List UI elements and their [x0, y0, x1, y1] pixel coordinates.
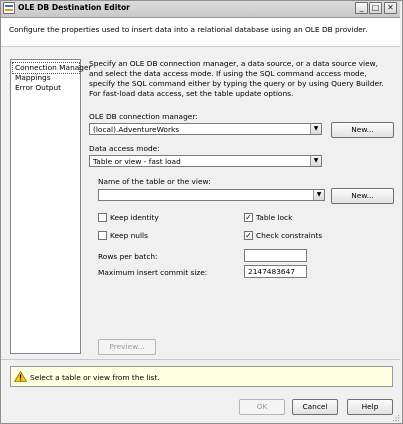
- keep-nulls-label: Keep nulls: [110, 231, 148, 240]
- max-insert-commit-label: Maximum insert commit size:: [98, 268, 208, 277]
- nav-item-error-output[interactable]: Error Output: [13, 83, 79, 93]
- status-message: Select a table or view from the list.: [30, 373, 160, 382]
- page-list: Connection Manager Mappings Error Output: [10, 59, 92, 354]
- ok-button[interactable]: OK: [239, 399, 285, 415]
- data-access-mode-combo[interactable]: Table or view - fast load ▼: [89, 155, 322, 167]
- data-access-mode-label: Data access mode:: [89, 144, 160, 153]
- minimize-button[interactable]: _: [355, 2, 368, 14]
- table-name-label: Name of the table or the view:: [98, 177, 211, 186]
- rows-per-batch-input[interactable]: [244, 249, 307, 262]
- help-button[interactable]: Help: [347, 399, 393, 415]
- connection-manager-value: (local).AdventureWorks: [93, 125, 180, 134]
- chevron-down-icon[interactable]: ▼: [310, 124, 321, 134]
- data-access-mode-value: Table or view - fast load: [93, 157, 181, 166]
- nav-item-connection-manager[interactable]: Connection Manager: [12, 62, 92, 74]
- table-lock-checkbox[interactable]: ✓: [244, 213, 253, 222]
- maximize-button[interactable]: □: [369, 2, 382, 14]
- intro-text: Specify an OLE DB connection manager, a …: [89, 59, 384, 98]
- preview-button[interactable]: Preview...: [98, 339, 156, 355]
- cancel-button[interactable]: Cancel: [292, 399, 338, 415]
- new-table-button[interactable]: New...: [331, 188, 394, 204]
- new-connection-button[interactable]: New...: [331, 122, 394, 138]
- rows-per-batch-label: Rows per batch:: [98, 252, 158, 261]
- close-button[interactable]: ✕: [384, 2, 397, 14]
- window-title: OLE DB Destination Editor: [18, 3, 130, 12]
- max-insert-commit-value: 2147483647: [248, 267, 296, 276]
- keep-nulls-checkbox[interactable]: [98, 231, 107, 240]
- check-constraints-label: Check constraints: [256, 231, 323, 240]
- resize-grip-icon[interactable]: [391, 414, 400, 423]
- connection-manager-label: OLE DB connection manager:: [89, 112, 198, 121]
- warning-icon: [14, 371, 27, 382]
- connection-manager-combo[interactable]: (local).AdventureWorks ▼: [89, 123, 322, 135]
- separator: [1, 359, 400, 360]
- keep-identity-label: Keep identity: [110, 213, 159, 222]
- header-description: Configure the properties used to insert …: [9, 25, 368, 34]
- table-name-combo[interactable]: ▼: [98, 189, 325, 201]
- max-insert-commit-input[interactable]: 2147483647: [244, 265, 307, 278]
- nav-item-mappings[interactable]: Mappings: [13, 73, 79, 83]
- keep-identity-checkbox[interactable]: [98, 213, 107, 222]
- app-icon: [3, 2, 15, 14]
- chevron-down-icon[interactable]: ▼: [310, 156, 321, 166]
- chevron-down-icon[interactable]: ▼: [313, 190, 324, 200]
- check-constraints-checkbox[interactable]: ✓: [244, 231, 253, 240]
- table-lock-label: Table lock: [256, 213, 293, 222]
